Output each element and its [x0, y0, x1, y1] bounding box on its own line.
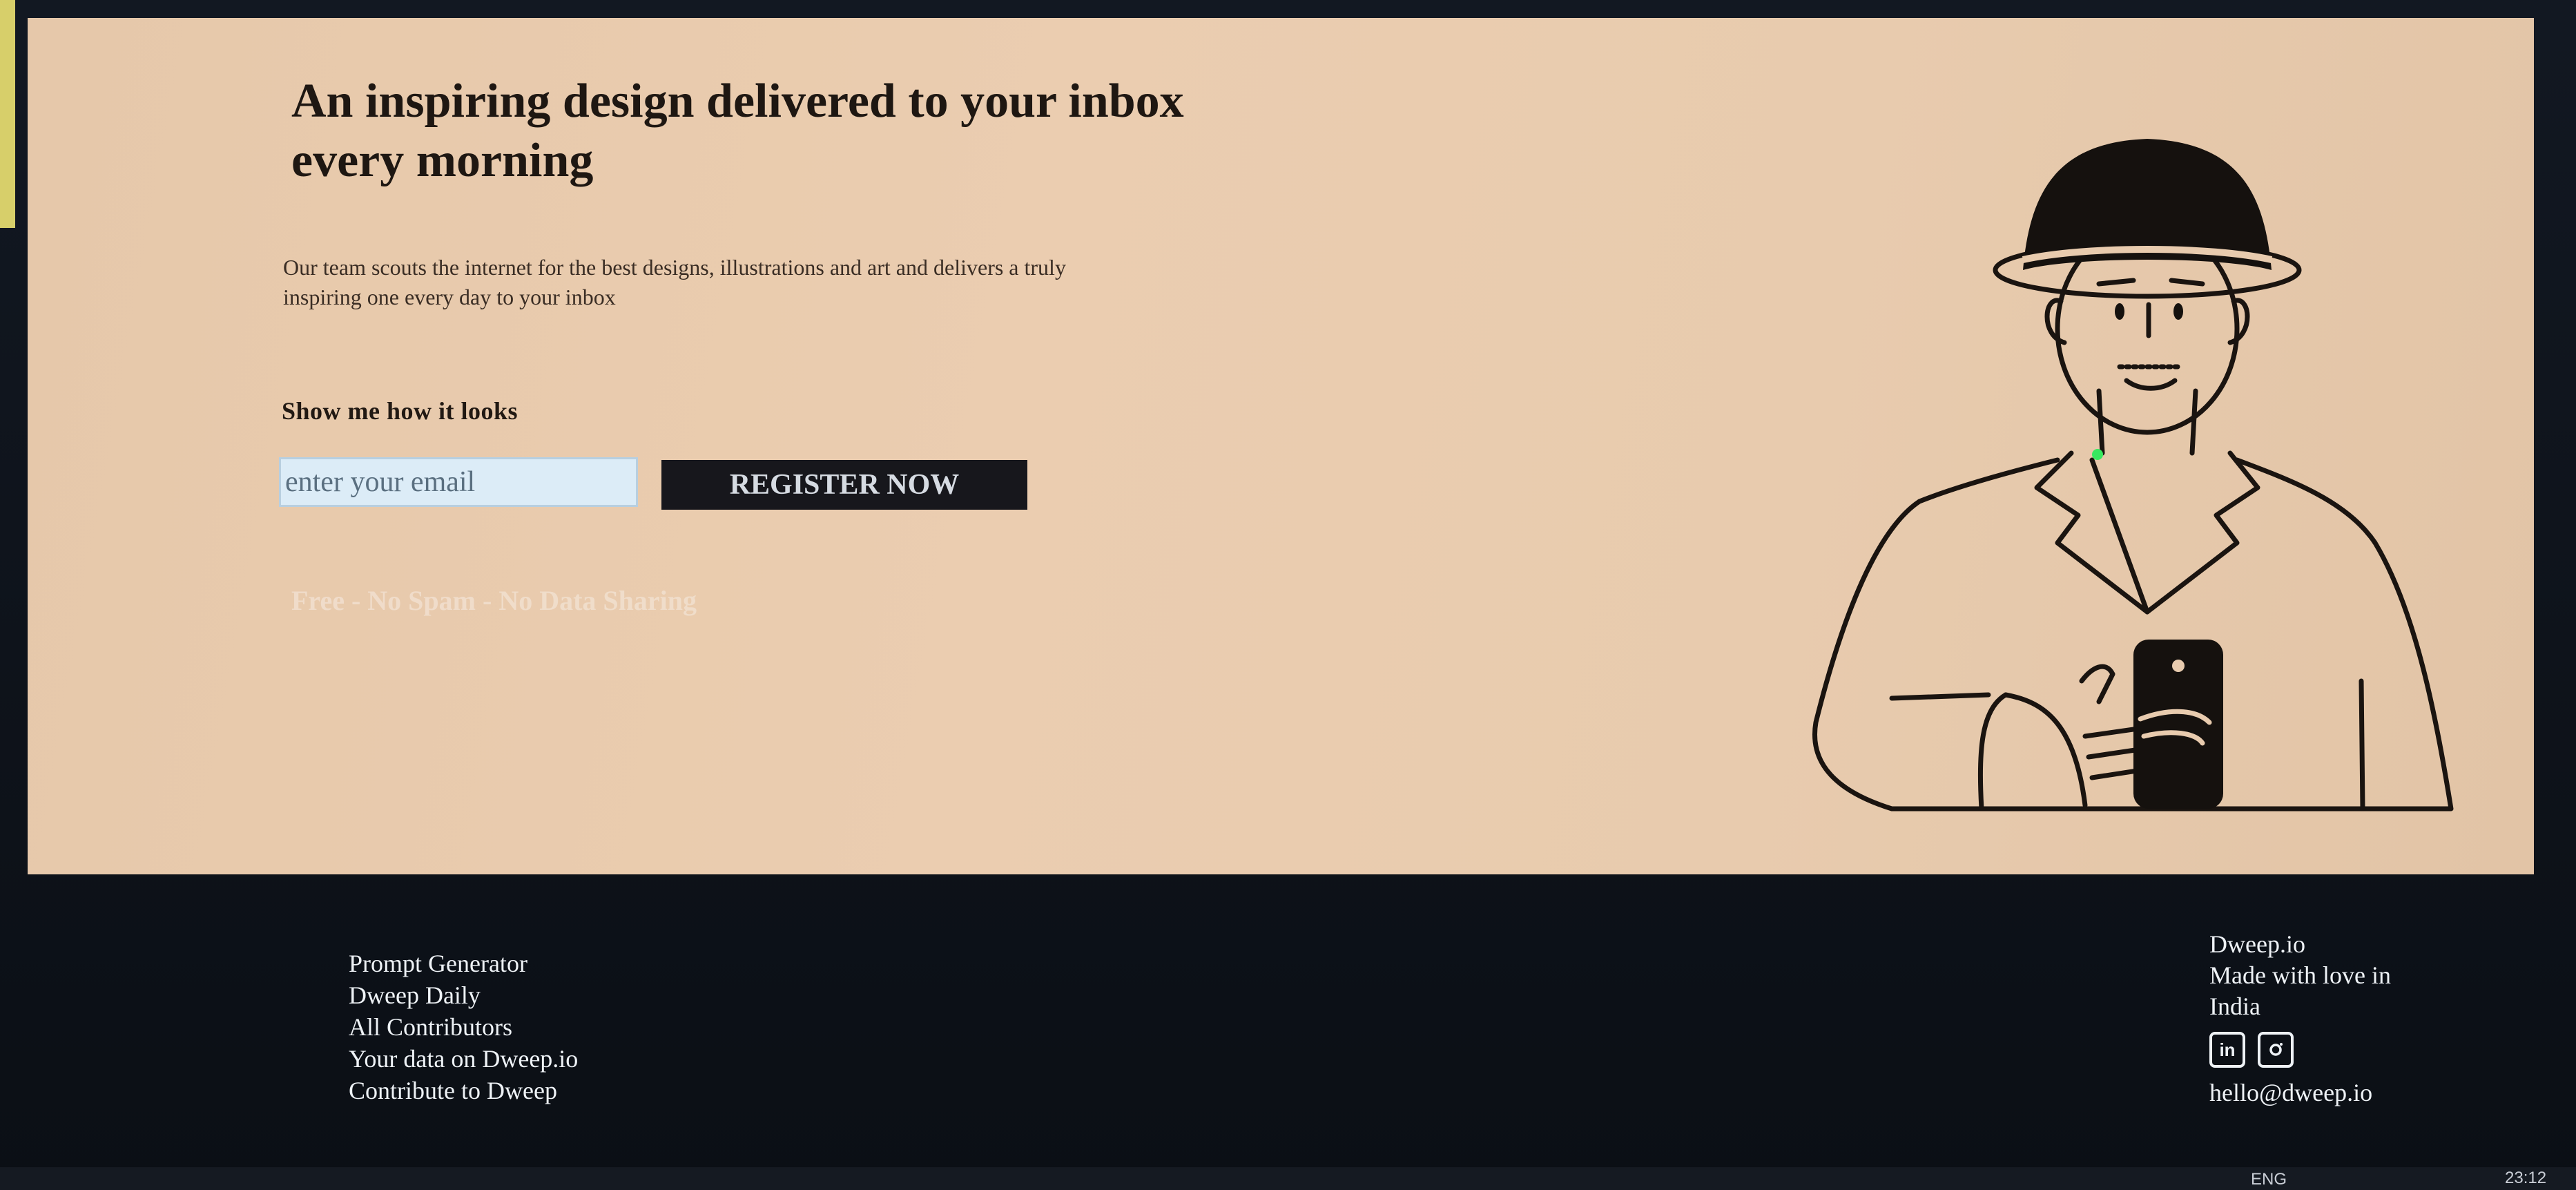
instagram-glyph [2269, 1043, 2283, 1056]
page-headline: An inspiring design delivered to your in… [291, 75, 1184, 187]
linkedin-icon[interactable]: in [2209, 1032, 2245, 1068]
contact-email-link[interactable]: hello@dweep.io [2209, 1077, 2458, 1109]
email-input[interactable] [279, 457, 638, 507]
footer-link-your-data[interactable]: Your data on Dweep.io [349, 1043, 578, 1075]
instagram-icon[interactable] [2258, 1032, 2294, 1068]
screen: An inspiring design delivered to your in… [0, 0, 2576, 1190]
hero-description: Our team scouts the internet for the bes… [283, 255, 1066, 309]
show-me-link[interactable]: Show me how it looks [282, 396, 518, 425]
privacy-note: Free - No Spam - No Data Sharing [291, 585, 697, 616]
monitor-bezel [0, 0, 15, 228]
footer-link-dweep-daily[interactable]: Dweep Daily [349, 979, 578, 1011]
tagline: Made with love in India [2209, 961, 2391, 1020]
footer-link-contribute[interactable]: Contribute to Dweep [349, 1075, 578, 1106]
clock[interactable]: 23:12 [2505, 1169, 2546, 1188]
man-with-phone-illustration [1812, 139, 2454, 812]
footer-link-prompt-generator[interactable]: Prompt Generator [349, 948, 578, 979]
footer-links: Prompt Generator Dweep Daily All Contrib… [349, 948, 578, 1106]
register-button[interactable]: REGISTER NOW [661, 460, 1027, 510]
brand-name: Dweep.io [2209, 930, 2305, 958]
social-links: in [2209, 1032, 2458, 1068]
os-taskbar: ENG 23:12 [0, 1167, 2576, 1190]
language-indicator[interactable]: ENG [2251, 1170, 2287, 1189]
footer-link-all-contributors[interactable]: All Contributors [349, 1011, 578, 1043]
hero-section: An inspiring design delivered to your in… [28, 18, 2534, 874]
footer-contact: Dweep.io Made with love in India in hell… [2209, 929, 2458, 1109]
